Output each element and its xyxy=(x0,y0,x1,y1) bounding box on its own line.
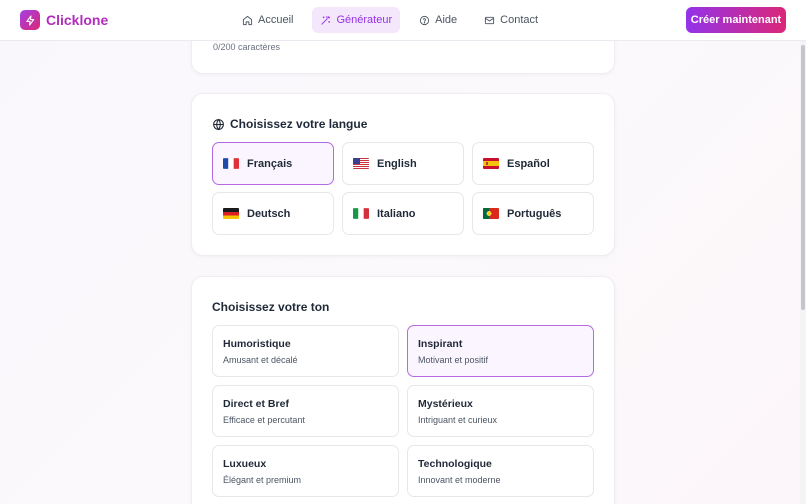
tone-option-luxueux[interactable]: Luxueux Élégant et premium xyxy=(212,445,399,497)
flag-spain-icon xyxy=(483,158,499,169)
brand-logo[interactable]: Clicklone xyxy=(20,10,108,30)
tone-description: Intriguant et curieux xyxy=(418,415,498,425)
top-navbar: Clicklone Accueil Générateur Aide Contac… xyxy=(0,0,806,41)
nav-item-aide[interactable]: Aide xyxy=(411,7,465,33)
tone-card: Choisissez votre ton Humoristique Amusan… xyxy=(191,276,615,504)
tone-name: Humoristique xyxy=(223,338,291,350)
tone-name: Inspirant xyxy=(418,338,463,350)
language-option-english[interactable]: English xyxy=(342,142,464,185)
language-label: Français xyxy=(247,157,293,170)
home-icon xyxy=(242,15,253,25)
tone-section-title: Choisissez votre ton xyxy=(212,300,329,314)
flag-germany-icon xyxy=(223,208,239,219)
tone-option-inspirant[interactable]: Inspirant Motivant et positif xyxy=(407,325,594,377)
language-label: Español xyxy=(507,157,550,170)
character-counter: 0/200 caractères xyxy=(213,42,281,52)
language-option-portugues[interactable]: Português xyxy=(472,192,594,235)
tone-name: Mystérieux xyxy=(418,398,473,410)
nav-label: Aide xyxy=(435,14,458,26)
language-option-italiano[interactable]: Italiano xyxy=(342,192,464,235)
tone-option-mysterieux[interactable]: Mystérieux Intriguant et curieux xyxy=(407,385,594,437)
main-nav: Accueil Générateur Aide Contact xyxy=(234,7,557,33)
brand-name: Clicklone xyxy=(46,12,109,28)
tone-description: Motivant et positif xyxy=(418,355,489,365)
language-option-deutsch[interactable]: Deutsch xyxy=(212,192,334,235)
mail-icon xyxy=(485,16,495,24)
magic-wand-icon xyxy=(321,15,331,25)
scrollbar-thumb[interactable] xyxy=(801,45,805,310)
tone-description: Élégant et premium xyxy=(223,475,302,485)
help-circle-icon xyxy=(420,15,430,25)
nav-item-generateur[interactable]: Générateur xyxy=(312,7,401,33)
language-card: Choisissez votre langue Français English… xyxy=(191,93,615,256)
section-title-text: Choisissez votre ton xyxy=(212,300,330,314)
nav-label: Générateur xyxy=(336,14,393,26)
tone-name: Direct et Bref xyxy=(223,398,289,410)
section-title-text: Choisissez votre langue xyxy=(230,117,368,131)
tone-name: Technologique xyxy=(418,458,492,470)
tone-description: Efficace et percutant xyxy=(223,415,305,425)
language-option-espanol[interactable]: Español xyxy=(472,142,594,185)
language-section-title: Choisissez votre langue xyxy=(212,117,367,131)
flag-usa-icon xyxy=(353,158,369,169)
tone-description: Amusant et décalé xyxy=(223,355,298,365)
language-option-francais[interactable]: Français xyxy=(212,142,334,185)
tone-option-direct-et-bref[interactable]: Direct et Bref Efficace et percutant xyxy=(212,385,399,437)
flag-portugal-icon xyxy=(483,208,499,219)
globe-icon xyxy=(213,118,224,130)
language-label: Italiano xyxy=(377,207,416,220)
nav-item-contact[interactable]: Contact xyxy=(476,7,546,33)
flag-italy-icon xyxy=(353,208,369,219)
nav-item-accueil[interactable]: Accueil xyxy=(234,7,301,33)
tone-description: Innovant et moderne xyxy=(418,475,501,485)
tone-option-humoristique[interactable]: Humoristique Amusant et décalé xyxy=(212,325,399,377)
language-label: English xyxy=(377,157,417,170)
tone-option-technologique[interactable]: Technologique Innovant et moderne xyxy=(407,445,594,497)
tone-name: Luxueux xyxy=(223,458,267,470)
lightning-icon xyxy=(20,10,40,30)
create-now-button[interactable]: Créer maintenant xyxy=(686,7,786,33)
flag-france-icon xyxy=(223,158,239,169)
nav-label: Contact xyxy=(500,14,539,26)
nav-label: Accueil xyxy=(258,14,294,26)
language-label: Português xyxy=(507,207,562,220)
language-label: Deutsch xyxy=(247,207,291,220)
